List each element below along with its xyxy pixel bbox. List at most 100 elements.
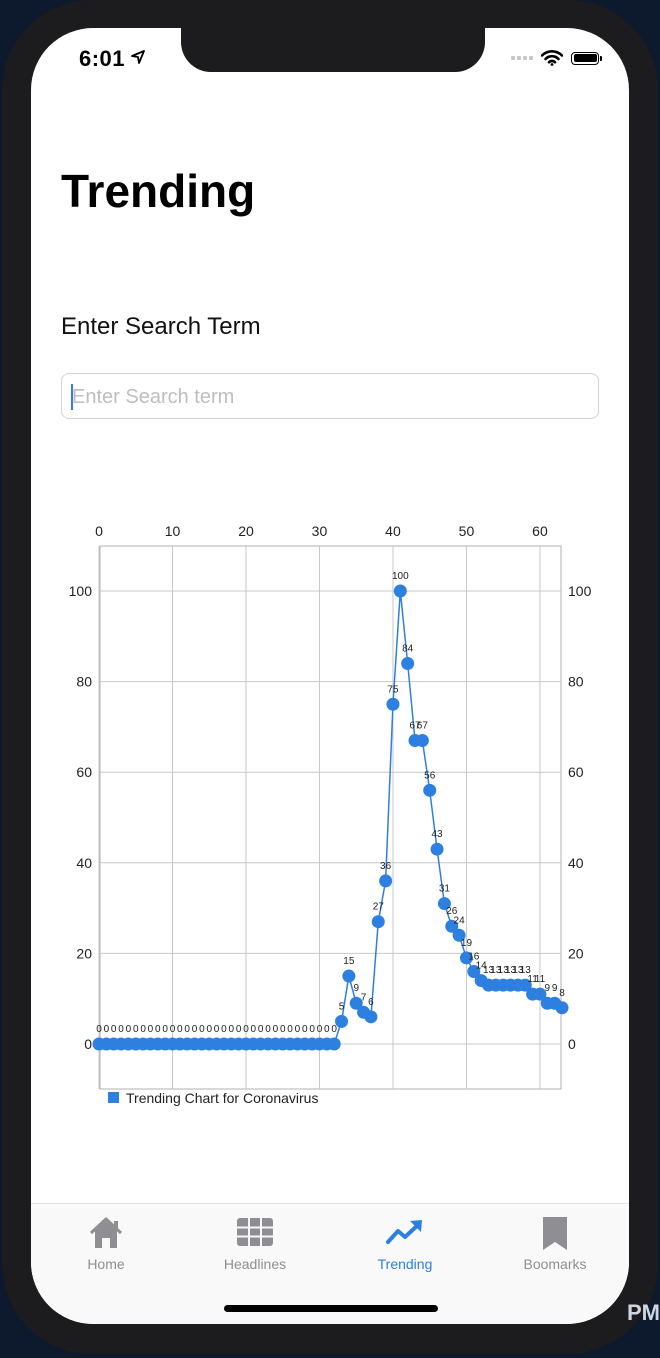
legend-label: Trending Chart for Coronavirus — [126, 1090, 318, 1106]
y-tick-label-left: 0 — [84, 1036, 92, 1052]
data-label: 0 — [96, 1024, 102, 1035]
data-label: 0 — [199, 1024, 205, 1035]
data-label: 7 — [361, 992, 367, 1003]
y-tick-label-right: 100 — [568, 583, 592, 599]
data-label: 0 — [162, 1024, 168, 1035]
data-label: 0 — [324, 1024, 330, 1035]
data-label: 0 — [236, 1024, 242, 1035]
data-point — [393, 584, 407, 598]
data-label: 100 — [392, 571, 409, 582]
data-label: 36 — [380, 861, 392, 872]
status-icons — [511, 50, 602, 66]
house-icon — [31, 1216, 181, 1252]
data-label: 0 — [206, 1024, 212, 1035]
data-point — [386, 697, 400, 711]
data-point — [371, 915, 385, 929]
tab-label: Headlines — [223, 1256, 287, 1272]
y-tick-label-right: 20 — [568, 945, 584, 961]
x-tick-label: 40 — [385, 523, 401, 539]
data-label: 0 — [280, 1024, 286, 1035]
home-indicator — [224, 1305, 438, 1312]
tab-label: Trending — [377, 1256, 433, 1272]
x-tick-label: 0 — [95, 523, 103, 539]
data-label: 9 — [353, 983, 359, 994]
data-label: 0 — [118, 1024, 124, 1035]
y-tick-label-left: 100 — [69, 583, 93, 599]
tab-home[interactable]: Home — [31, 1216, 181, 1272]
data-label: 0 — [258, 1024, 264, 1035]
data-label: 0 — [295, 1024, 301, 1035]
data-point — [423, 783, 437, 797]
data-label: 27 — [373, 902, 385, 913]
tab-label: Boomarks — [523, 1256, 587, 1272]
data-point — [415, 733, 429, 747]
plot-frame — [99, 545, 562, 1090]
data-label: 67 — [417, 720, 429, 731]
data-label: 0 — [140, 1024, 146, 1035]
data-label: 0 — [192, 1024, 198, 1035]
data-label: 0 — [265, 1024, 271, 1035]
notch — [181, 28, 485, 72]
data-label: 0 — [170, 1024, 176, 1035]
data-point — [430, 842, 444, 856]
tab-trending[interactable]: Trending — [330, 1216, 480, 1272]
battery-icon — [571, 51, 602, 65]
y-tick-label-right: 40 — [568, 855, 584, 871]
data-label: 19 — [461, 938, 473, 949]
data-label: 0 — [177, 1024, 183, 1035]
wifi-icon — [541, 50, 563, 66]
data-label: 0 — [317, 1024, 323, 1035]
data-label: 15 — [343, 956, 355, 967]
trending-icon — [330, 1216, 480, 1252]
data-label: 8 — [559, 988, 565, 999]
y-tick-label-right: 80 — [568, 674, 584, 690]
cellular-signal-icon — [511, 56, 533, 60]
x-tick-label: 30 — [312, 523, 328, 539]
search-input[interactable] — [70, 374, 574, 420]
data-label: 0 — [148, 1024, 154, 1035]
search-field[interactable] — [61, 373, 599, 420]
data-label: 0 — [287, 1024, 293, 1035]
data-label: 56 — [424, 770, 436, 781]
data-label: 43 — [432, 829, 444, 840]
x-tick-label: 50 — [459, 523, 475, 539]
trending-line-chart: 0 10 20 30 40 50 600 020 2040 4060 6080 80100 1000 0 0… — [69, 523, 592, 1106]
data-point — [555, 1001, 569, 1015]
data-label: 0 — [309, 1024, 315, 1035]
tab-boomarks[interactable]: Boomarks — [480, 1216, 629, 1272]
data-label: 5 — [339, 1001, 345, 1012]
data-label: 0 — [126, 1024, 132, 1035]
data-label: 31 — [439, 884, 451, 895]
y-tick-label-right: 0 — [568, 1036, 576, 1052]
data-point — [379, 874, 393, 888]
y-tick-label-left: 60 — [76, 764, 92, 780]
y-tick-label-left: 40 — [76, 855, 92, 871]
grid-icon — [180, 1216, 330, 1252]
data-label: 0 — [331, 1024, 337, 1035]
data-label: 0 — [221, 1024, 227, 1035]
y-tick-label-right: 60 — [568, 764, 584, 780]
data-label: 9 — [545, 983, 551, 994]
location-arrow-icon — [131, 50, 145, 64]
data-point — [335, 1014, 349, 1028]
status-time: 6:01 — [79, 46, 126, 71]
data-label: 24 — [454, 915, 466, 926]
y-tick-label-left: 20 — [76, 945, 92, 961]
legend-swatch — [108, 1092, 119, 1103]
data-label: 0 — [251, 1024, 257, 1035]
x-tick-label: 60 — [532, 523, 548, 539]
data-label: 75 — [387, 684, 399, 695]
data-label: 6 — [368, 997, 374, 1008]
tab-headlines[interactable]: Headlines — [180, 1216, 330, 1272]
data-point — [364, 1010, 378, 1024]
data-label: 0 — [302, 1024, 308, 1035]
bookmark-icon — [480, 1216, 629, 1252]
data-point — [401, 656, 415, 670]
data-label: 9 — [552, 983, 558, 994]
data-label: 84 — [402, 643, 414, 654]
data-label: 0 — [133, 1024, 139, 1035]
data-point — [342, 969, 356, 983]
data-label: 0 — [273, 1024, 279, 1035]
data-label: 0 — [243, 1024, 249, 1035]
data-label: 0 — [155, 1024, 161, 1035]
